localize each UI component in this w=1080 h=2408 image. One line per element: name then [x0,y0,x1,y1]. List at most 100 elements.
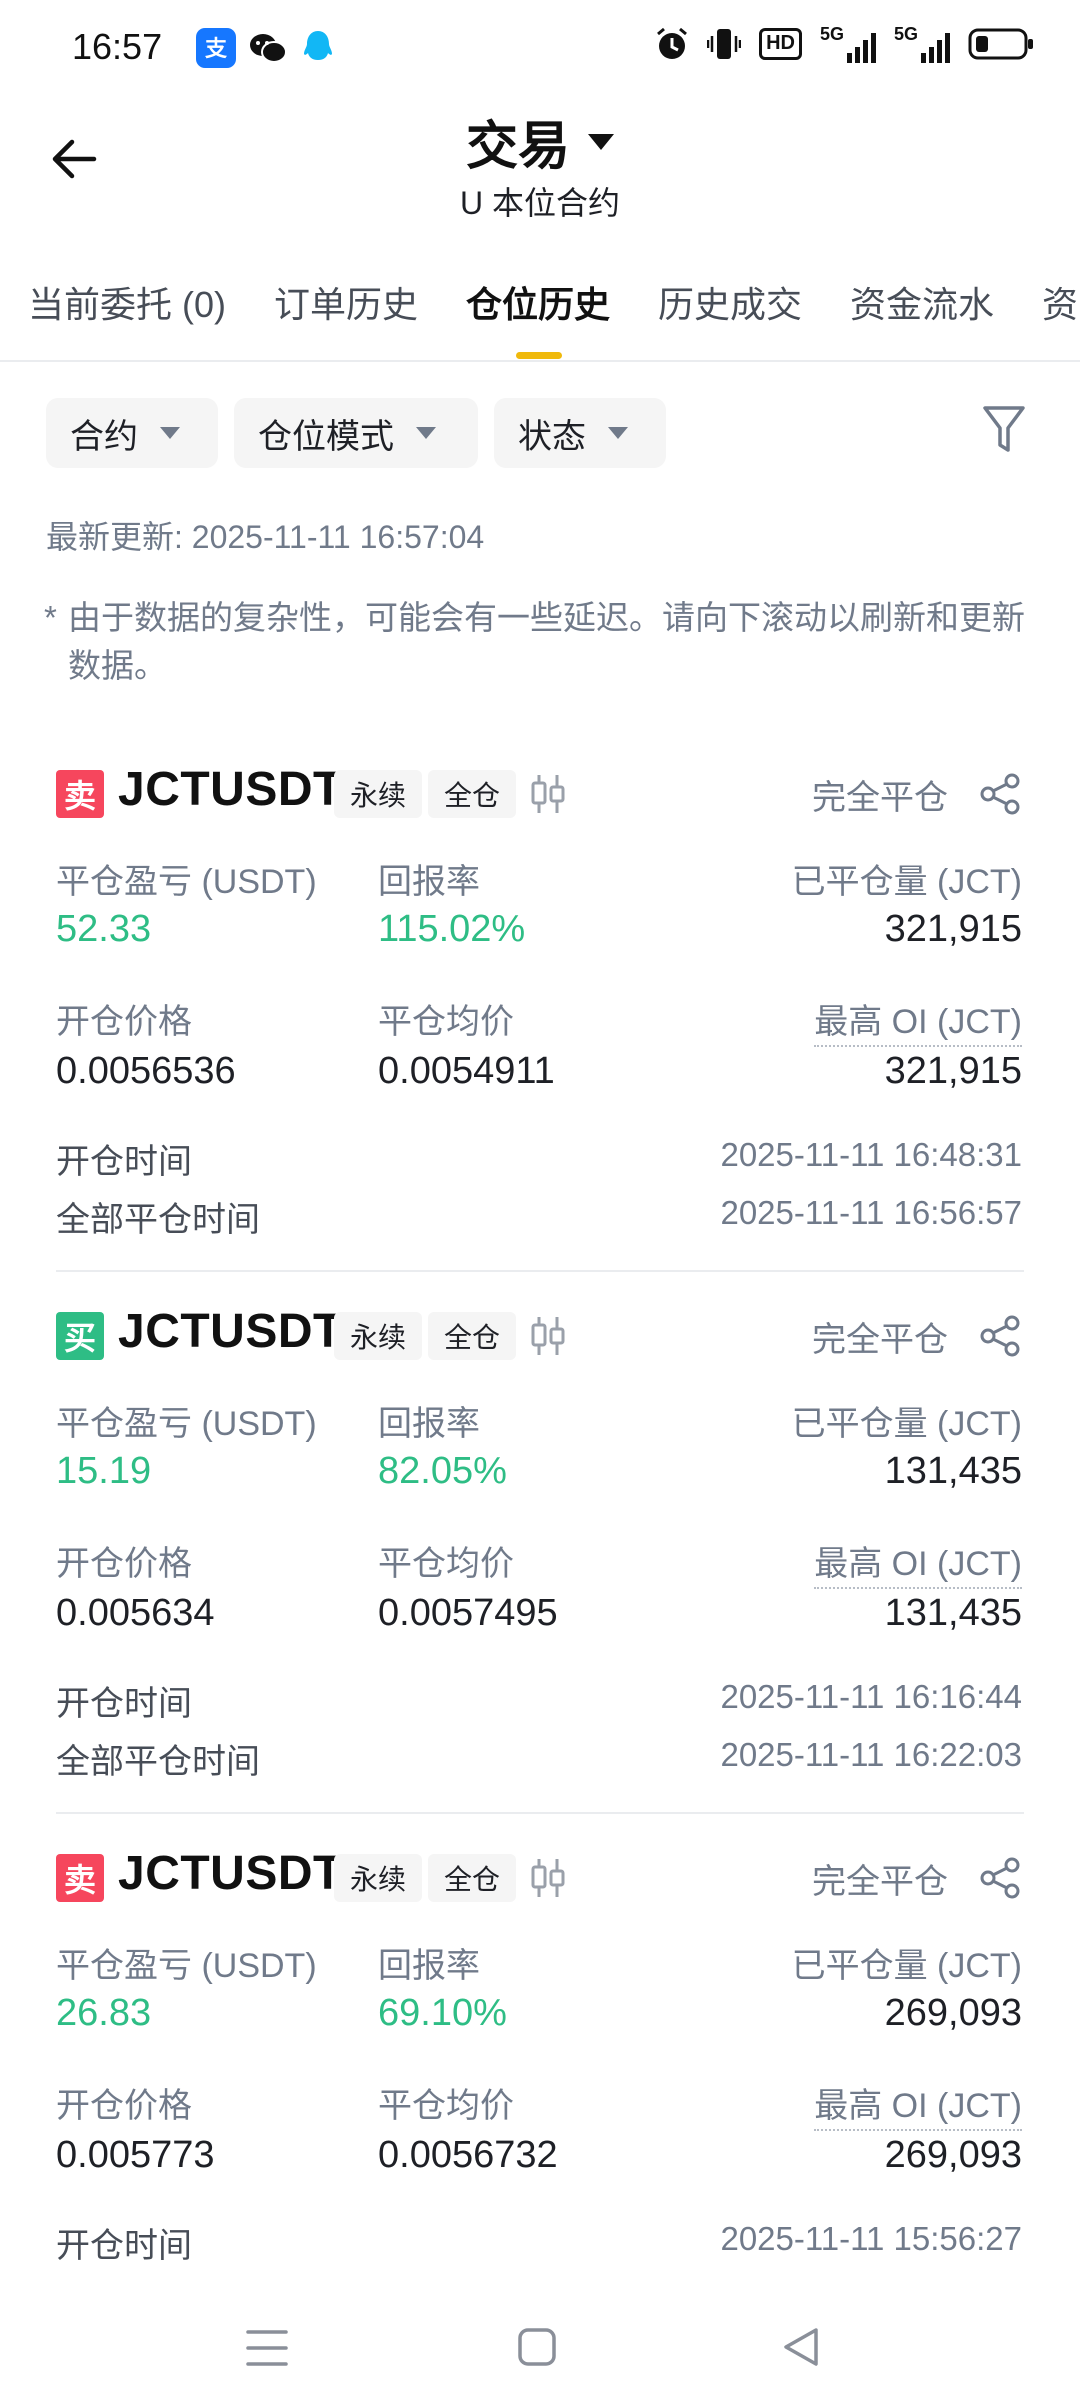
label-open-price: 开仓价格 [56,1003,192,1041]
close-pnl-value: 26.83 [56,1992,152,2034]
open-price-value: 0.005634 [56,1592,215,1634]
label-full-close-time: 全部平仓时间 [56,1743,260,1781]
back-triangle-icon[interactable] [780,2326,822,2368]
wechat-icon [248,28,288,68]
qq-icon [298,28,338,68]
delay-note: * 由于数据的复杂性，可能会有一些延迟。请向下滚动以刷新和更新数据。 [44,594,1034,690]
close-avg-price-value: 0.0057495 [378,1592,558,1634]
card-divider [56,1812,1024,1814]
label-open-time: 开仓时间 [56,1143,192,1181]
label-open-time: 开仓时间 [56,1685,192,1723]
position-status: 完全平仓 [812,1321,948,1359]
tab-assets[interactable]: 资 [1042,276,1078,328]
label-closed-qty: 已平仓量 (JCT) [791,1405,1022,1443]
side-badge: 卖 [56,770,104,818]
filter-position-mode[interactable]: 仓位模式 [234,398,478,468]
card-divider [56,1270,1024,1272]
page-title: 交易 [465,118,570,176]
tab-order-history[interactable]: 订单历史 [274,276,418,328]
closed-qty-value: 269,093 [884,1992,1022,2034]
close-avg-price-value: 0.0056732 [378,2134,558,2176]
open-price-value: 0.005773 [56,2134,215,2176]
roi-value: 115.02% [378,908,526,950]
label-open-price: 开仓价格 [56,1545,192,1583]
candlestick-icon[interactable] [528,1856,568,1900]
label-full-close-time: 全部平仓时间 [56,1201,260,1239]
caret-down-icon [608,427,628,439]
max-oi-value: 269,093 [884,2134,1022,2176]
note-text: 由于数据的复杂性，可能会有一些延迟。请向下滚动以刷新和更新数据。 [68,599,1025,684]
market-type-selector[interactable]: 交易 [466,104,614,179]
signal-5g-icon: 5G [820,24,876,63]
tabs-divider [0,360,1080,362]
side-badge: 买 [56,1312,104,1360]
filter-contract-label: 合约 [70,417,138,456]
tag-perpetual: 永续 [334,770,423,818]
max-oi-value: 321,915 [884,1050,1022,1092]
open-time-value: 2025-11-11 15:56:27 [720,2220,1022,2257]
status-bar: 16:57 支 HD 5G 5G [0,0,1080,96]
open-time-value: 2025-11-11 16:16:44 [720,1678,1022,1715]
label-close-avg-price: 平仓均价 [378,2087,514,2125]
label-close-avg-price: 平仓均价 [378,1003,514,1041]
vibrate-icon [707,28,742,59]
label-closed-qty: 已平仓量 (JCT) [791,1947,1022,1985]
close-pnl-value: 52.33 [56,908,152,950]
filter-status-label: 状态 [518,417,586,456]
system-nav-bar [0,2290,1080,2408]
close-time-value: 2025-11-11 16:56:57 [720,1194,1022,1231]
symbol: JCTUSDT [118,1847,343,1900]
candlestick-icon[interactable] [528,772,568,816]
battery-icon [968,28,1033,59]
tag-perpetual: 永续 [334,1312,423,1360]
alarm-icon [657,27,688,59]
tag-perpetual: 永续 [334,1854,423,1902]
share-icon[interactable] [978,1856,1022,1900]
active-tab-indicator [516,352,562,359]
max-oi-value: 131,435 [884,1592,1022,1634]
side-badge: 卖 [56,1854,104,1902]
label-closed-qty: 已平仓量 (JCT) [791,863,1022,901]
label-roi: 回报率 [378,1405,480,1443]
close-avg-price-value: 0.0054911 [378,1050,555,1092]
tag-cross-margin: 全仓 [428,770,517,818]
alipay-icon: 支 [196,28,236,68]
label-close-pnl: 平仓盈亏 (USDT) [56,1405,317,1443]
home-icon[interactable] [516,2326,558,2368]
note-asterisk: * [44,599,57,636]
label-close-pnl: 平仓盈亏 (USDT) [56,1947,317,1985]
last-updated: 最新更新: 2025-11-11 16:57:04 [46,519,485,555]
filter-contract[interactable]: 合约 [46,398,218,468]
label-close-pnl: 平仓盈亏 (USDT) [56,863,317,901]
status-indicators: HD 5G 5G [655,24,1034,63]
label-max-oi[interactable]: 最高 OI (JCT) [814,1536,1022,1589]
tag-cross-margin: 全仓 [428,1312,517,1360]
position-status: 完全平仓 [812,1863,948,1901]
caret-down-icon [160,427,180,439]
label-open-price: 开仓价格 [56,2087,192,2125]
label-max-oi[interactable]: 最高 OI (JCT) [814,994,1022,1047]
symbol: JCTUSDT [118,1305,343,1358]
tab-position-history[interactable]: 仓位历史 [466,276,610,328]
share-icon[interactable] [978,772,1022,816]
candlestick-icon[interactable] [528,1314,568,1358]
open-time-value: 2025-11-11 16:48:31 [720,1136,1022,1173]
share-icon[interactable] [978,1314,1022,1358]
closed-qty-value: 131,435 [884,1450,1022,1492]
tab-open-orders[interactable]: 当前委托 (0) [28,276,226,328]
header-title-wrap: 交易 [0,104,1080,179]
caret-down-icon [416,427,436,439]
filter-status[interactable]: 状态 [494,398,666,468]
signal-5g-icon: 5G [894,24,950,63]
filter-funnel-icon[interactable] [982,404,1026,456]
position-status: 完全平仓 [812,779,948,817]
roi-value: 82.05% [378,1450,507,1492]
menu-icon[interactable] [246,2328,288,2368]
filter-position-mode-label: 仓位模式 [258,417,394,456]
tab-trade-history[interactable]: 历史成交 [658,276,802,328]
label-max-oi[interactable]: 最高 OI (JCT) [814,2078,1022,2131]
roi-value: 69.10% [378,1992,507,2034]
tab-funding-flow[interactable]: 资金流水 [850,276,994,328]
svg-text:支: 支 [205,37,228,62]
label-open-time: 开仓时间 [56,2227,192,2265]
